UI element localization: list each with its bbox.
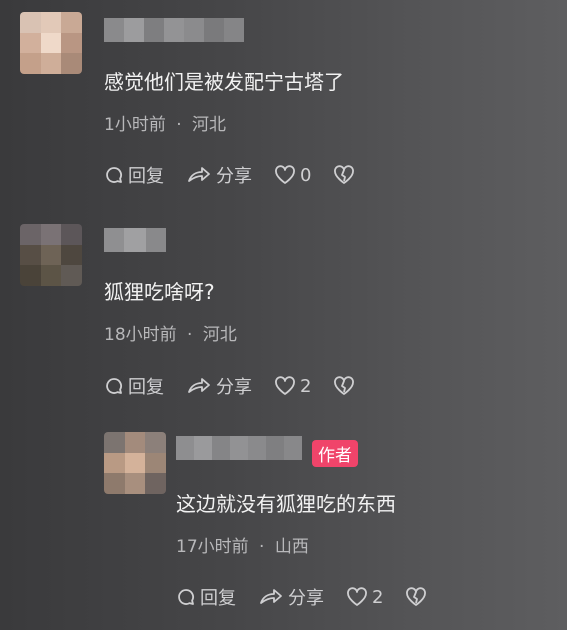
broken-heart-icon (334, 376, 355, 395)
author-badge: 作者 (312, 440, 358, 467)
reply-label: 回复 (128, 377, 164, 398)
comment-2: 狐狸吃啥呀? 18小时前 · 河北 回复 分享 2 (0, 210, 567, 410)
reply-button[interactable]: 回复 (104, 373, 164, 399)
comment-meta: 18小时前 · 河北 (104, 320, 237, 345)
share-label: 分享 (288, 588, 324, 609)
share-button[interactable]: 分享 (186, 373, 252, 399)
comment-actions: 回复 分享 0 (104, 162, 381, 188)
avatar[interactable] (104, 432, 166, 494)
broken-heart-icon (334, 165, 355, 184)
username-blurred[interactable] (104, 18, 244, 42)
dislike-button[interactable] (405, 587, 431, 607)
dislike-button[interactable] (333, 165, 359, 185)
like-button[interactable]: 0 (274, 165, 311, 186)
share-arrow-icon (188, 378, 210, 393)
comment-time: 17小时前 (176, 537, 249, 557)
heart-icon (275, 165, 295, 184)
share-label: 分享 (216, 166, 252, 187)
meta-separator: · (176, 115, 182, 135)
username-blurred[interactable] (104, 228, 166, 252)
share-arrow-icon (188, 167, 210, 182)
comment-location: 河北 (192, 115, 227, 135)
comment-meta: 1小时前 · 河北 (104, 110, 226, 135)
like-button[interactable]: 2 (274, 376, 311, 397)
reply-bubble-icon (106, 378, 122, 394)
like-count: 2 (372, 586, 384, 608)
comment-text: 狐狸吃啥呀? (104, 280, 215, 304)
share-button[interactable]: 分享 (258, 584, 324, 610)
comment-reply-author: 作者 这边就没有狐狸吃的东西 17小时前 · 山西 回复 分享 2 (0, 420, 567, 630)
meta-separator: · (187, 325, 193, 345)
reply-label: 回复 (128, 166, 164, 187)
like-count: 2 (300, 375, 312, 397)
avatar[interactable] (20, 12, 82, 74)
share-button[interactable]: 分享 (186, 162, 252, 188)
comment-actions: 回复 分享 2 (176, 584, 453, 610)
broken-heart-icon (406, 587, 427, 606)
meta-separator: · (259, 537, 265, 557)
reply-bubble-icon (178, 589, 194, 605)
reply-label: 回复 (200, 588, 236, 609)
share-label: 分享 (216, 377, 252, 398)
comment-text: 感觉他们是被发配宁古塔了 (104, 70, 344, 94)
comment-time: 18小时前 (104, 325, 177, 345)
comment-time: 1小时前 (104, 115, 166, 135)
reply-bubble-icon (106, 167, 122, 183)
comment-1: 感觉他们是被发配宁古塔了 1小时前 · 河北 回复 分享 0 (0, 0, 567, 200)
comment-location: 河北 (202, 325, 237, 345)
like-button[interactable]: 2 (346, 587, 383, 608)
heart-icon (347, 587, 367, 606)
heart-icon (275, 376, 295, 395)
dislike-button[interactable] (333, 376, 359, 396)
share-arrow-icon (260, 589, 282, 604)
reply-button[interactable]: 回复 (176, 584, 236, 610)
comment-actions: 回复 分享 2 (104, 373, 381, 399)
reply-button[interactable]: 回复 (104, 162, 164, 188)
comment-location: 山西 (274, 537, 309, 557)
like-count: 0 (300, 164, 312, 186)
avatar[interactable] (20, 224, 82, 286)
comment-text: 这边就没有狐狸吃的东西 (176, 492, 396, 516)
comment-meta: 17小时前 · 山西 (176, 532, 309, 557)
username-blurred[interactable] (176, 436, 302, 460)
